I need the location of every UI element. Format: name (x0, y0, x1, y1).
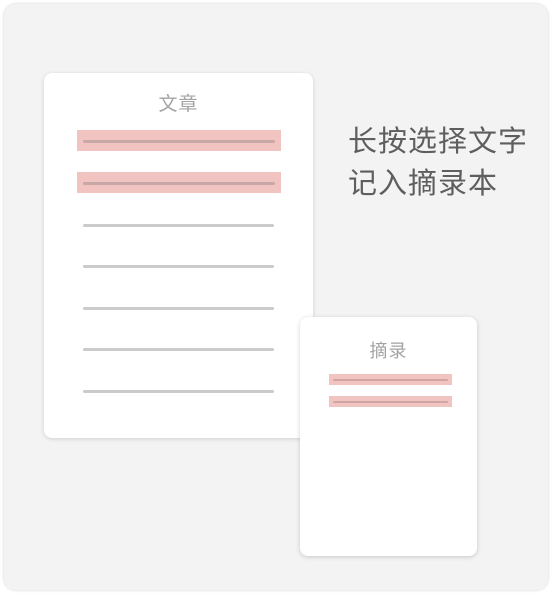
highlighted-text-line[interactable] (77, 130, 281, 151)
highlighted-text-line[interactable] (77, 172, 281, 193)
excerpt-card-title: 摘录 (369, 341, 408, 362)
excerpt-line (329, 396, 452, 407)
excerpt-line (329, 374, 452, 385)
text-line (83, 224, 274, 227)
text-line (83, 265, 274, 268)
excerpt-card: 摘录 (300, 317, 477, 556)
instruction-caption: 长按选择文字 记入摘录本 (348, 120, 548, 204)
article-card-title: 文章 (158, 93, 199, 115)
caption-line-2: 记入摘录本 (348, 166, 499, 200)
text-line (83, 348, 274, 351)
illustration-frame: 文章 长按选择文字 记入摘录本 摘录 (4, 4, 548, 590)
article-card: 文章 (44, 73, 313, 438)
text-line (83, 390, 274, 393)
text-line (83, 307, 274, 310)
caption-line-1: 长按选择文字 (348, 124, 529, 158)
